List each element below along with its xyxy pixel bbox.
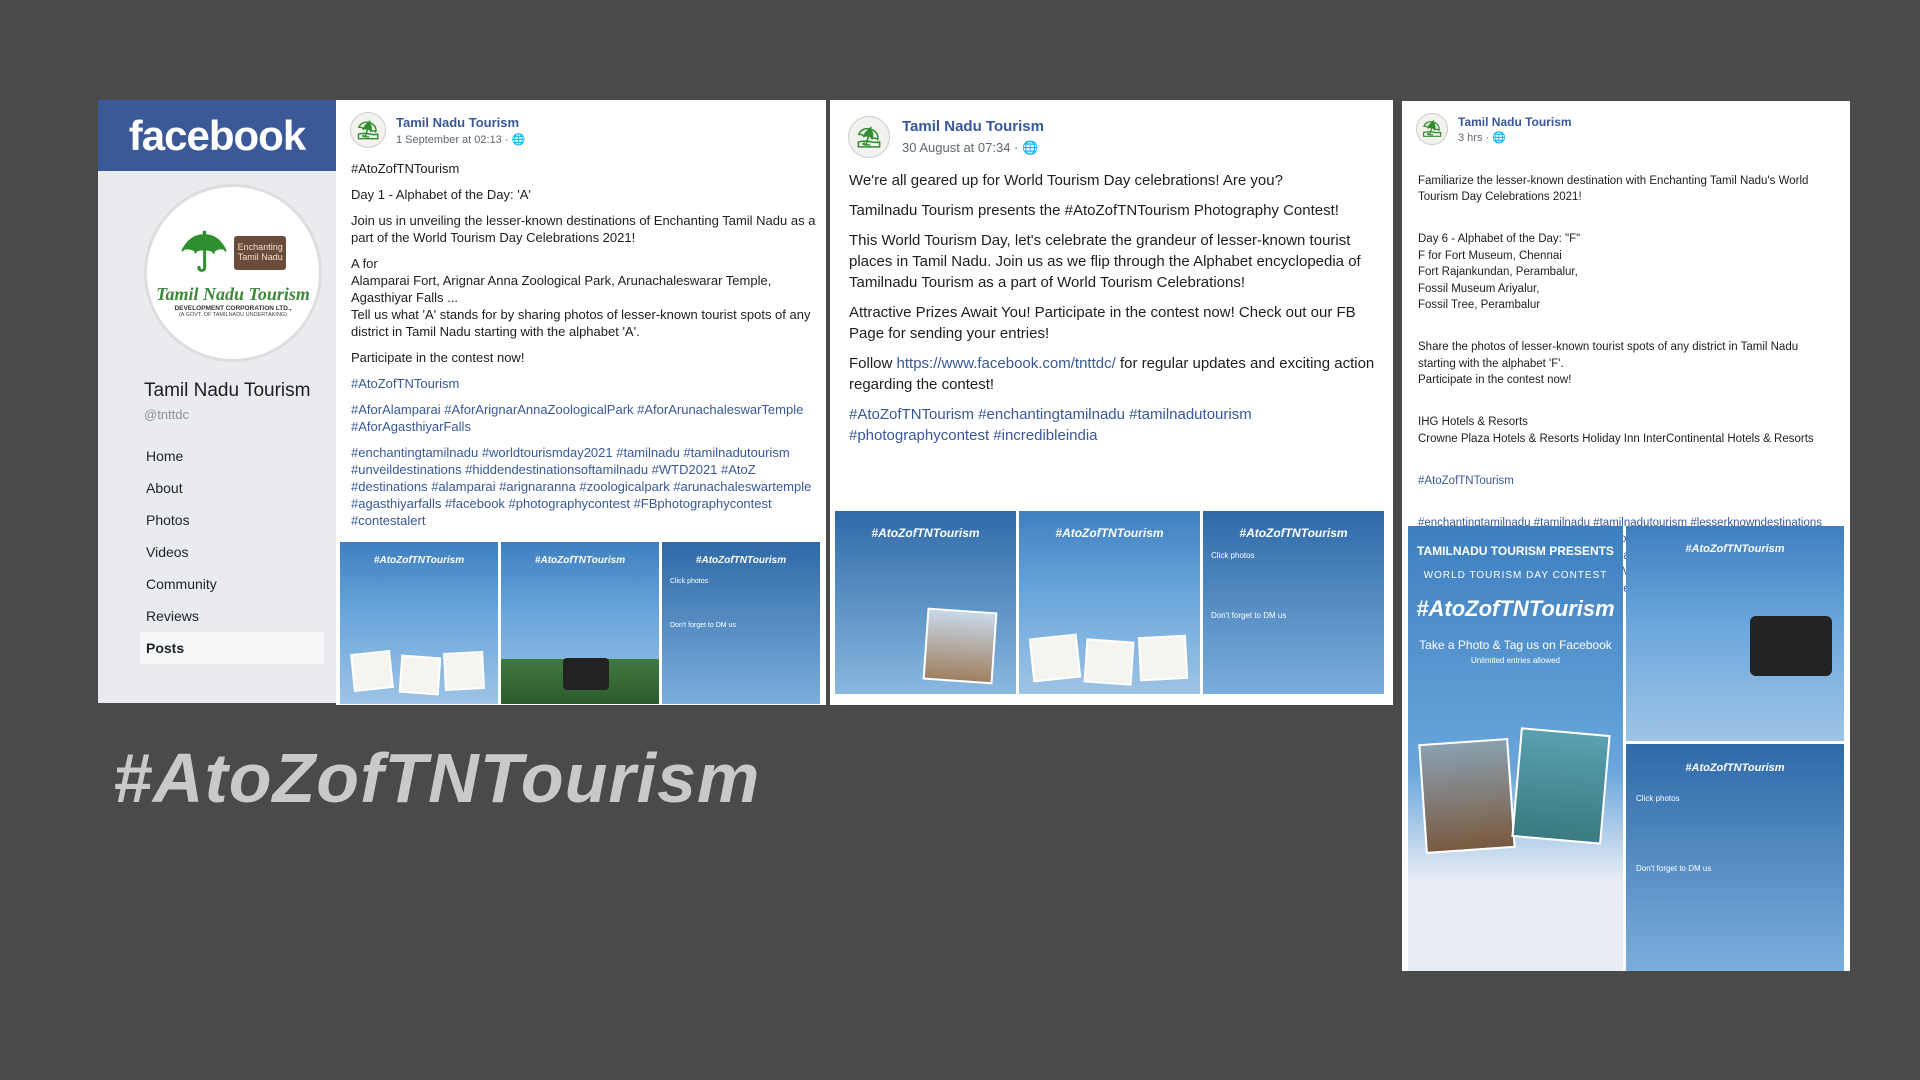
post-text: A for	[351, 256, 378, 271]
post-2: ⛱ Tamil Nadu Tourism 30 August at 07:34 …	[830, 100, 1393, 705]
post-body: #AtoZofTNTourism Day 1 - Alphabet of the…	[351, 160, 816, 538]
ttdc-tree-icon: ☂	[179, 223, 229, 283]
logo-subtitle: DEVELOPMENT CORPORATION LTD.,	[174, 305, 292, 312]
camera-icon	[563, 658, 609, 690]
logo-name: Tamil Nadu Tourism	[156, 284, 310, 304]
logo-subtitle-2: (A GOVT. OF TAMILNADU UNDERTAKING)	[178, 312, 288, 318]
post-author[interactable]: Tamil Nadu Tourism	[1458, 115, 1572, 129]
hashtag-link[interactable]: #enchantingtamilnadu #worldtourismday202…	[351, 444, 816, 529]
post-text: Share the photos of lesser-known tourist…	[1418, 341, 1799, 386]
page-nav: Home About Photos Videos Community Revie…	[140, 440, 324, 664]
nav-home[interactable]: Home	[140, 440, 324, 472]
nav-reviews[interactable]: Reviews	[140, 600, 324, 632]
contest-image[interactable]: #AtoZofTNTourism Click photos Don't forg…	[1626, 744, 1844, 971]
contest-image[interactable]: #AtoZofTNTourism	[835, 511, 1016, 694]
post-body: We're all geared up for World Tourism Da…	[849, 170, 1379, 455]
post-3: ⛱ Tamil Nadu Tourism 3 hrs · 🌐 Familiari…	[1402, 101, 1850, 971]
post-text: Day 1 - Alphabet of the Day: 'A'	[351, 187, 531, 202]
post-text: This World Tourism Day, let's celebrate …	[849, 232, 1361, 291]
contest-image[interactable]: #AtoZofTNTourism	[340, 542, 498, 704]
page-name[interactable]: Tamil Nadu Tourism	[144, 380, 310, 402]
post-text: Join us in unveiling the lesser-known de…	[351, 213, 816, 245]
post-image-grid: TAMILNADU TOURISM PRESENTS WORLD TOURISM…	[1408, 526, 1844, 971]
page-title: #AtoZofTNTourism	[113, 739, 761, 817]
nav-videos[interactable]: Videos	[140, 536, 324, 568]
nav-posts[interactable]: Posts	[140, 632, 324, 664]
post-text: #AtoZofTNTourism	[351, 161, 460, 176]
post-text: Tamilnadu Tourism presents the #AtoZofTN…	[849, 202, 1339, 219]
nav-about[interactable]: About	[140, 472, 324, 504]
contest-image[interactable]: #AtoZofTNTourism	[1019, 511, 1200, 694]
post-text: IHG Hotels & Resorts Crowne Plaza Hotels…	[1418, 416, 1814, 445]
profile-picture[interactable]: ☂ Enchanting Tamil Nadu Tamil Nadu Touri…	[144, 184, 322, 362]
hashtag-link[interactable]: #AtoZofTNTourism #enchantingtamilnadu #t…	[849, 404, 1379, 446]
post-follow-text: Follow https://www.facebook.com/tnttdc/ …	[849, 355, 1375, 393]
globe-icon: 🌐	[511, 133, 526, 146]
contest-image[interactable]: #AtoZofTNTourism	[501, 542, 659, 704]
post-text: Alamparai Fort, Arignar Anna Zoological …	[351, 273, 772, 305]
post-text: We're all geared up for World Tourism Da…	[849, 172, 1283, 189]
post-author[interactable]: Tamil Nadu Tourism	[396, 115, 525, 130]
avatar[interactable]: ⛱	[350, 112, 386, 148]
nav-community[interactable]: Community	[140, 568, 324, 600]
post-text: Attractive Prizes Await You! Participate…	[849, 304, 1356, 342]
post-text: Tell us what 'A' stands for by sharing p…	[351, 307, 811, 339]
contest-image[interactable]: #AtoZofTNTourism	[1626, 526, 1844, 741]
nav-photos[interactable]: Photos	[140, 504, 324, 536]
post-text: Familiarize the lesser-known destination…	[1418, 174, 1809, 204]
post-text: Participate in the contest now!	[351, 350, 525, 365]
contest-image[interactable]: #AtoZofTNTourism Click photos Don't forg…	[1203, 511, 1384, 694]
globe-icon: 🌐	[1022, 140, 1039, 155]
facebook-link[interactable]: https://www.facebook.com/tnttdc/	[897, 355, 1116, 372]
facebook-logo[interactable]: facebook	[98, 100, 336, 171]
avatar[interactable]: ⛱	[1416, 113, 1448, 145]
post-image-strip: #AtoZofTNTourism #AtoZofTNTourism #AtoZo…	[340, 542, 820, 704]
post-text: Day 6 - Alphabet of the Day: "F" F for F…	[1418, 233, 1581, 311]
post-timestamp[interactable]: 3 hrs ·	[1458, 132, 1489, 144]
hashtag-link[interactable]: #AtoZofTNTourism	[1418, 473, 1838, 490]
contest-image[interactable]: TAMILNADU TOURISM PRESENTS WORLD TOURISM…	[1408, 526, 1623, 971]
phone-photo	[1750, 616, 1832, 676]
post-author[interactable]: Tamil Nadu Tourism	[902, 118, 1044, 135]
post-1: ⛱ Tamil Nadu Tourism 1 September at 02:1…	[336, 100, 826, 705]
facebook-page-sidebar: facebook ☂ Enchanting Tamil Nadu Tamil N…	[98, 100, 336, 703]
post-timestamp[interactable]: 30 August at 07:34 ·	[902, 140, 1018, 155]
post-timestamp[interactable]: 1 September at 02:13 ·	[396, 134, 509, 146]
hashtag-link[interactable]: #AforAlamparai #AforArignarAnnaZoologica…	[351, 401, 816, 435]
globe-icon: 🌐	[1492, 131, 1506, 144]
contest-image[interactable]: #AtoZofTNTourism Click photos Don't forg…	[662, 542, 820, 704]
hashtag-link[interactable]: #AtoZofTNTourism	[351, 375, 816, 392]
post-image-strip: #AtoZofTNTourism #AtoZofTNTourism #AtoZo…	[835, 511, 1384, 694]
avatar[interactable]: ⛱	[848, 116, 890, 158]
page-handle: @tnttdc	[144, 407, 189, 422]
enchanting-badge: Enchanting Tamil Nadu	[234, 236, 287, 270]
